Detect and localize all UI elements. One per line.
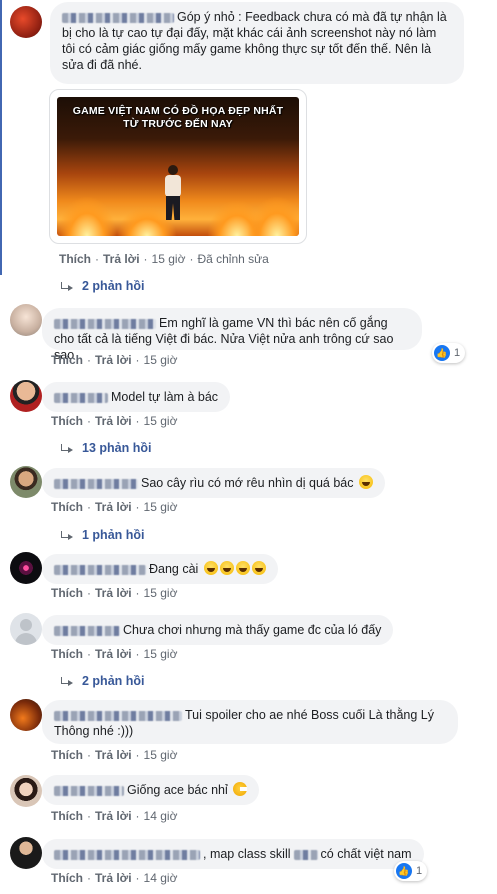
game-character — [162, 165, 184, 221]
reply-arrow-icon — [60, 530, 74, 541]
timestamp[interactable]: 15 giờ — [144, 647, 178, 661]
grinning-emoji-icon — [358, 475, 373, 489]
timestamp[interactable]: 15 giờ — [144, 500, 178, 514]
comment-text-tail: có chất việt nam — [320, 847, 412, 861]
commenter-name-blurred[interactable] — [54, 785, 124, 796]
pacman-emoji-icon — [233, 782, 248, 796]
comment-actions: Thích · Trả lời · 14 giờ — [51, 809, 178, 823]
avatar[interactable] — [10, 837, 42, 869]
comment-bubble: Góp ý nhỏ : Feedback chưa có mà đã tự nh… — [50, 2, 464, 84]
timestamp[interactable]: 15 giờ — [144, 748, 178, 762]
reply-arrow-icon — [60, 676, 74, 687]
like-link[interactable]: Thích — [51, 353, 83, 367]
comment-bubble: Giống ace bác nhỉ — [42, 775, 260, 805]
reply-link[interactable]: Trả lời — [95, 414, 132, 428]
commenter-name-blurred[interactable] — [54, 392, 108, 403]
reply-link[interactable]: Trả lời — [95, 353, 132, 367]
thread-indicator-bar — [0, 0, 2, 275]
timestamp[interactable]: 15 giờ — [144, 586, 178, 600]
like-link[interactable]: Thích — [51, 871, 83, 885]
default-avatar-icon[interactable] — [10, 613, 42, 645]
comment-text: Sao cây rìu có mớ rêu nhìn dị quá bác — [141, 476, 354, 490]
reply-link[interactable]: Trả lời — [95, 809, 132, 823]
view-replies-link[interactable]: 1 phản hồi — [60, 528, 145, 542]
view-replies-link[interactable]: 2 phản hồi — [60, 279, 145, 293]
screenshot-image[interactable]: GAME VIỆT NAM CÓ ĐỒ HỌA ĐẸP NHẤT TỪ TRƯỚ… — [57, 97, 299, 236]
avatar[interactable] — [10, 699, 42, 731]
timestamp[interactable]: 14 giờ — [144, 809, 178, 823]
reply-link[interactable]: Trả lời — [95, 647, 132, 661]
avatar[interactable] — [10, 380, 42, 412]
grinning-emoji-icon — [203, 561, 218, 575]
comment-actions: Thích · Trả lời · 15 giờ — [51, 353, 178, 367]
avatar[interactable] — [10, 304, 42, 336]
timestamp[interactable]: 15 giờ — [152, 252, 186, 266]
like-link[interactable]: Thích — [51, 748, 83, 762]
avatar[interactable] — [10, 552, 42, 584]
grinning-emoji-icon — [251, 561, 266, 575]
timestamp[interactable]: 15 giờ — [144, 353, 178, 367]
commenter-name-blurred[interactable] — [54, 564, 146, 575]
commenter-name-blurred[interactable] — [54, 478, 138, 489]
like-thumb-icon: 👍 — [434, 345, 450, 361]
avatar[interactable] — [10, 775, 42, 807]
reaction-summary[interactable]: 👍 1 — [394, 861, 428, 881]
reply-link[interactable]: Trả lời — [95, 871, 132, 885]
timestamp[interactable]: 14 giờ — [144, 871, 178, 885]
like-link[interactable]: Thích — [59, 252, 91, 266]
comment-actions: Thích · Trả lời · 15 giờ — [51, 748, 178, 762]
reply-arrow-icon — [60, 443, 74, 454]
comment-actions: Thích · Trả lời · 15 giờ — [51, 500, 178, 514]
like-link[interactable]: Thích — [51, 647, 83, 661]
commenter-name-blurred[interactable] — [54, 849, 200, 860]
comment-actions: Thích · Trả lời · 15 giờ — [51, 647, 178, 661]
comment-bubble: Tui spoiler cho ae nhé Boss cuối Là thằn… — [42, 700, 458, 744]
comment-actions: Thích · Trả lời · 15 giờ — [51, 586, 178, 600]
comment-bubble: Chưa chơi nhưng mà thấy game đc của ló đ… — [42, 615, 394, 645]
like-link[interactable]: Thích — [51, 586, 83, 600]
avatar[interactable] — [10, 466, 42, 498]
comment-text: Model tự làm à bác — [111, 390, 219, 404]
blurred-word — [293, 849, 318, 860]
view-replies-link[interactable]: 13 phản hồi — [60, 441, 151, 455]
commenter-name-blurred[interactable] — [62, 12, 174, 23]
comment-actions: Thích · Trả lời · 14 giờ — [51, 871, 178, 885]
commenter-name-blurred[interactable] — [54, 625, 120, 636]
view-replies-link[interactable]: 2 phản hồi — [60, 674, 145, 688]
comment-bubble: Đang cài — [42, 554, 278, 584]
comment-bubble: Em nghĩ là game VN thì bác nên cố gắng c… — [42, 308, 422, 362]
reply-link[interactable]: Trả lời — [95, 748, 132, 762]
reply-link[interactable]: Trả lời — [103, 252, 140, 266]
comment-text: Chưa chơi nhưng mà thấy game đc của ló đ… — [123, 623, 382, 637]
edited-label[interactable]: Đã chỉnh sửa — [197, 252, 268, 266]
grinning-emoji-icon — [235, 561, 250, 575]
reply-link[interactable]: Trả lời — [95, 500, 132, 514]
like-link[interactable]: Thích — [51, 500, 83, 514]
avatar[interactable] — [10, 6, 42, 38]
comment-actions: Thích · Trả lời · 15 giờ — [51, 414, 178, 428]
commenter-name-blurred[interactable] — [54, 710, 182, 721]
comment-attachment[interactable]: GAME VIỆT NAM CÓ ĐỒ HỌA ĐẸP NHẤT TỪ TRƯỚ… — [49, 89, 307, 244]
reaction-summary[interactable]: 👍 1 — [432, 343, 466, 363]
comment-bubble: , map class skill có chất việt nam — [42, 839, 424, 869]
timestamp[interactable]: 15 giờ — [144, 414, 178, 428]
image-caption-line-1: GAME VIỆT NAM CÓ ĐỒ HỌA ĐẸP NHẤT — [72, 105, 284, 117]
grinning-emoji-icon — [219, 561, 234, 575]
like-thumb-icon: 👍 — [396, 863, 412, 879]
like-link[interactable]: Thích — [51, 809, 83, 823]
comment-bubble: Sao cây rìu có mớ rêu nhìn dị quá bác — [42, 468, 385, 498]
like-link[interactable]: Thích — [51, 414, 83, 428]
comment-text: Giống ace bác nhỉ — [127, 783, 228, 797]
comment-text: Đang cài — [149, 562, 199, 576]
commenter-name-blurred[interactable] — [54, 318, 156, 329]
comment-bubble: Model tự làm à bác — [42, 382, 231, 412]
comment-actions: Thích · Trả lời · 15 giờ · Đã chỉnh sửa — [59, 252, 269, 266]
comment-text: , map class skill — [203, 847, 291, 861]
reply-link[interactable]: Trả lời — [95, 586, 132, 600]
reply-arrow-icon — [60, 281, 74, 292]
image-caption-line-2: TỪ TRƯỚC ĐẾN NAY — [123, 118, 233, 130]
